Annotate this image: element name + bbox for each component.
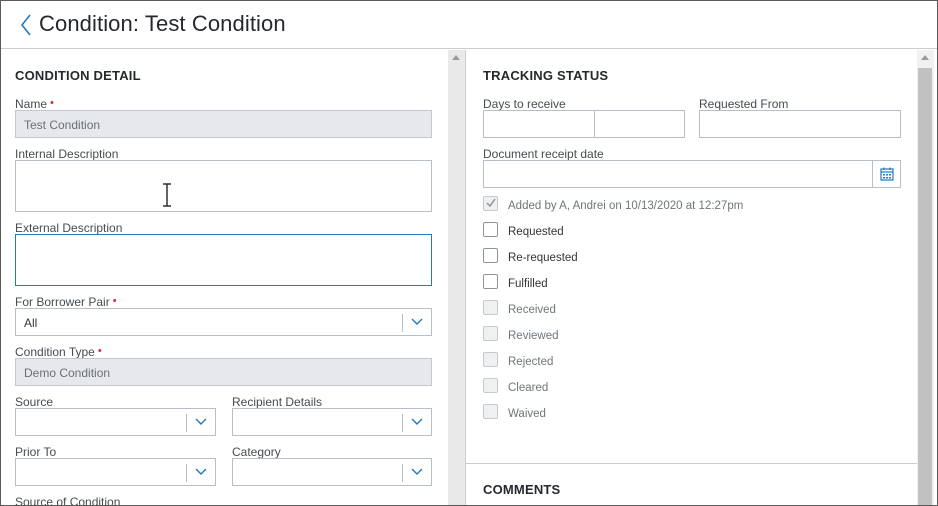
right-panel-scrollbar[interactable] [917, 50, 934, 505]
document-receipt-date-field[interactable] [483, 160, 901, 188]
for-borrower-pair-label: For Borrower Pair • [15, 295, 117, 309]
external-description-field[interactable] [15, 234, 432, 286]
select-divider [402, 314, 403, 332]
calendar-button[interactable] [872, 161, 900, 187]
scrollbar-thumb[interactable] [918, 68, 932, 505]
condition-type-label: Condition Type • [15, 345, 102, 359]
condition-detail-title: CONDITION DETAIL [15, 68, 141, 83]
checkmark-icon [486, 198, 496, 208]
text-cursor-icon [163, 183, 171, 207]
external-description-label: External Description [15, 221, 123, 235]
days-to-receive-divider [594, 111, 595, 137]
required-marker: • [112, 295, 117, 307]
for-borrower-pair-value: All [24, 316, 38, 330]
status-waived-checkbox [483, 404, 498, 419]
chevron-down-icon[interactable] [195, 468, 207, 476]
select-divider [186, 414, 187, 432]
status-added-checkbox [483, 196, 498, 211]
back-chevron-icon[interactable] [19, 13, 33, 37]
select-divider [402, 414, 403, 432]
status-received-label: Received [508, 304, 556, 316]
scroll-up-arrow[interactable] [452, 55, 460, 60]
chevron-down-icon[interactable] [195, 418, 207, 426]
select-divider [402, 464, 403, 482]
status-added-label: Added by A, Andrei on 10/13/2020 at 12:2… [508, 200, 744, 212]
status-fulfilled-label: Fulfilled [508, 278, 548, 290]
tracking-status-panel: TRACKING STATUS Days to receive Requeste… [465, 50, 917, 505]
source-select[interactable] [15, 408, 216, 436]
tracking-status-title: TRACKING STATUS [483, 68, 609, 83]
page-title: Condition: Test Condition [39, 11, 286, 36]
chevron-down-icon[interactable] [411, 318, 423, 326]
status-waived-label: Waived [508, 408, 546, 420]
document-receipt-date-label: Document receipt date [483, 147, 604, 161]
status-reviewed-label: Reviewed [508, 330, 559, 342]
status-fulfilled-checkbox[interactable] [483, 274, 498, 289]
condition-type-field: Demo Condition [15, 358, 432, 386]
prior-to-select[interactable] [15, 458, 216, 486]
left-panel-scrollbar[interactable] [448, 50, 465, 505]
chevron-down-icon[interactable] [411, 468, 423, 476]
status-reviewed-checkbox [483, 326, 498, 341]
name-field: Test Condition [15, 110, 432, 138]
required-marker: • [50, 97, 54, 109]
category-label: Category [232, 445, 281, 459]
scroll-up-arrow[interactable] [921, 55, 929, 60]
recipient-details-label: Recipient Details [232, 395, 323, 409]
internal-description-field[interactable] [15, 160, 432, 212]
status-re-requested-label: Re-requested [508, 252, 578, 264]
category-select[interactable] [232, 458, 432, 486]
internal-description-label: Internal Description [15, 147, 119, 161]
prior-to-label: Prior To [15, 445, 57, 459]
recipient-details-select[interactable] [232, 408, 432, 436]
name-label: Name • [15, 97, 54, 111]
source-of-condition-label: Source of Condition [15, 495, 121, 506]
status-rejected-checkbox [483, 352, 498, 367]
status-requested-label: Requested [508, 226, 564, 238]
requested-from-field[interactable] [699, 110, 901, 138]
app-window: Condition: Test Condition CONDITION DETA… [0, 0, 938, 506]
section-divider [466, 463, 917, 464]
status-rejected-label: Rejected [508, 356, 554, 368]
page-header: Condition: Test Condition [1, 1, 937, 49]
status-cleared-label: Cleared [508, 382, 549, 394]
condition-detail-panel: CONDITION DETAIL Name • Test Condition In… [1, 50, 447, 506]
source-label: Source [15, 395, 54, 409]
status-re-requested-checkbox[interactable] [483, 248, 498, 263]
days-to-receive-label: Days to receive [483, 97, 566, 111]
status-requested-checkbox[interactable] [483, 222, 498, 237]
status-cleared-checkbox [483, 378, 498, 393]
for-borrower-pair-select[interactable]: All [15, 308, 432, 336]
status-received-checkbox [483, 300, 498, 315]
chevron-down-icon[interactable] [411, 418, 423, 426]
select-divider [186, 464, 187, 482]
comments-title: COMMENTS [483, 482, 561, 497]
requested-from-label: Requested From [699, 97, 789, 111]
days-to-receive-field[interactable] [483, 110, 685, 138]
calendar-icon [880, 167, 894, 181]
required-marker: • [97, 345, 102, 357]
